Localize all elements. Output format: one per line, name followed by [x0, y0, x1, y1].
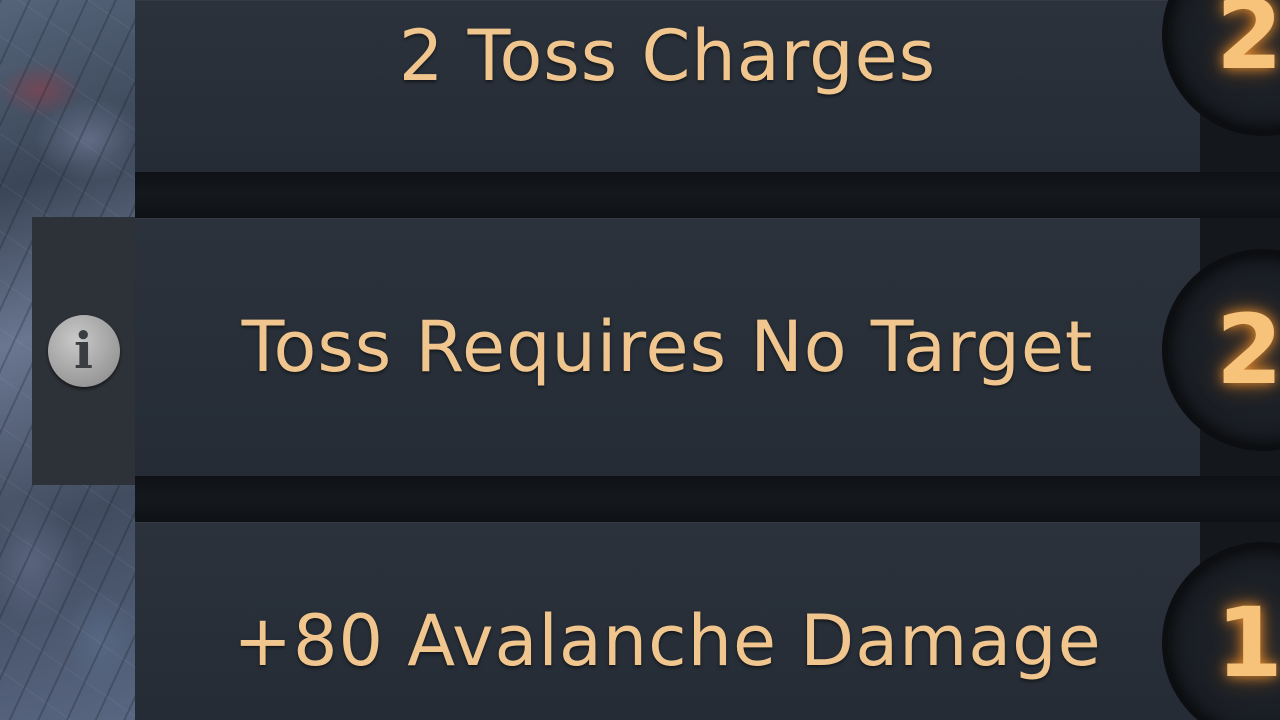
- talent-label: Toss Requires No Target: [241, 306, 1094, 388]
- talent-label: 2 Toss Charges: [398, 15, 937, 97]
- row-divider: [135, 476, 1280, 522]
- talent-label: +80 Avalanche Damage: [233, 600, 1102, 682]
- talent-row-3[interactable]: +80 Avalanche Damage: [135, 522, 1200, 720]
- row-divider: [135, 172, 1280, 218]
- talent-row-2[interactable]: Toss Requires No Target: [135, 218, 1200, 476]
- level-number: 1: [1216, 587, 1280, 699]
- talent-tree-panel: 2 Toss Charges Toss Requires No Target +…: [0, 0, 1280, 720]
- talent-row-1[interactable]: 2 Toss Charges: [135, 0, 1200, 172]
- info-icon[interactable]: i: [47, 315, 120, 387]
- level-number: 2: [1216, 294, 1280, 406]
- info-tab[interactable]: i: [32, 217, 135, 485]
- level-number: 2: [1216, 0, 1280, 91]
